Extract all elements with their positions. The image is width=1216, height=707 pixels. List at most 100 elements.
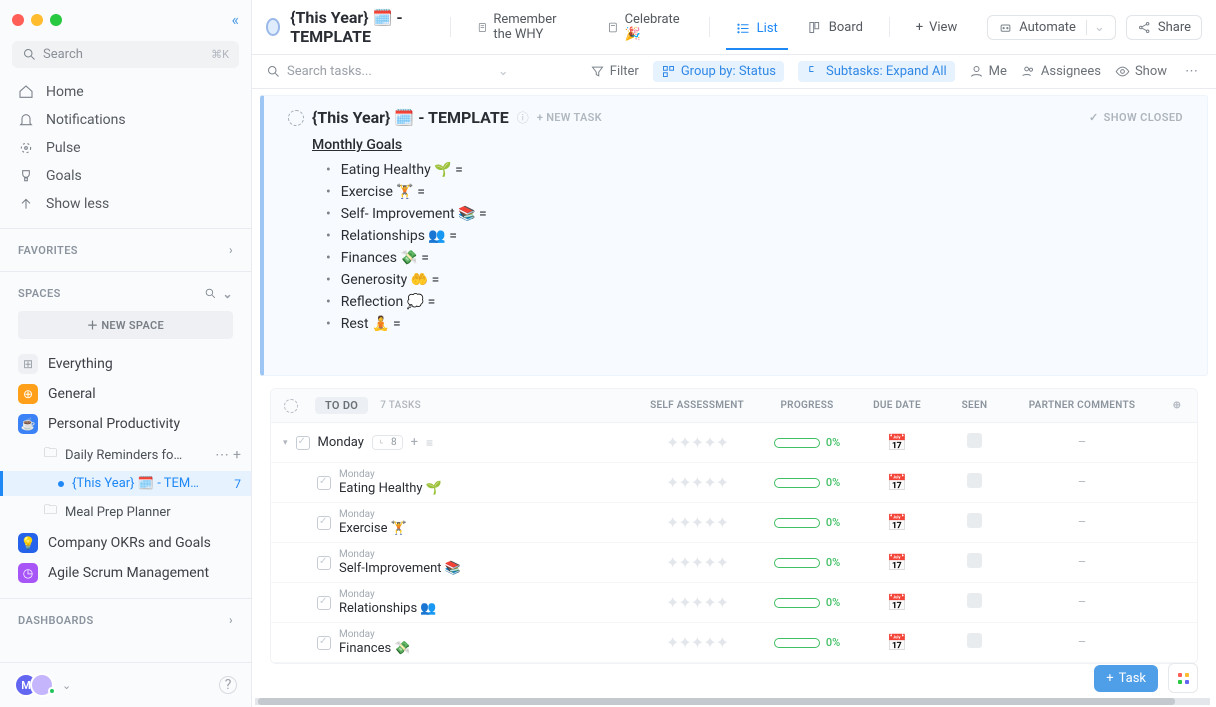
partner-cell[interactable]: – <box>1007 475 1157 490</box>
table-row[interactable]: MondayExercise 🏋️✦✦✦✦✦0%📅– <box>271 503 1197 543</box>
sidebar-search[interactable]: Search ⌘K <box>12 41 239 68</box>
user-avatars[interactable]: M <box>14 673 56 697</box>
doc-remember-why[interactable]: Remember the WHY <box>467 8 587 46</box>
show-button[interactable]: Show <box>1115 64 1167 79</box>
col-due[interactable]: DUE DATE <box>852 400 942 411</box>
filter-button[interactable]: Filter <box>590 64 639 79</box>
status-empty-icon[interactable] <box>288 110 304 126</box>
seen-checkbox[interactable] <box>967 513 982 528</box>
help-icon[interactable]: ? <box>219 676 237 694</box>
sidebar-general[interactable]: ⊕General <box>0 379 251 409</box>
info-icon[interactable]: ⓘ <box>517 109 529 126</box>
add-subtask-icon[interactable]: + <box>411 435 418 450</box>
nav-notifications[interactable]: Notifications <box>0 106 251 134</box>
col-progress[interactable]: PROGRESS <box>762 400 852 411</box>
nav-goals[interactable]: Goals <box>0 162 251 190</box>
checkbox-icon[interactable] <box>317 516 331 530</box>
search-small-icon[interactable] <box>204 286 217 301</box>
rating-stars[interactable]: ✦✦✦✦✦ <box>632 433 762 452</box>
calendar-icon[interactable]: 📅 <box>887 633 907 652</box>
chevron-down-icon[interactable]: ⌄ <box>62 679 71 692</box>
expand-icon[interactable]: ▾ <box>283 438 288 448</box>
partner-cell[interactable]: – <box>1007 555 1157 570</box>
table-row[interactable]: MondayFinances 💸✦✦✦✦✦0%📅– <box>271 623 1197 663</box>
spaces-header[interactable]: SPACES⌄ <box>0 282 251 305</box>
task-search[interactable]: Search tasks...⌄ <box>266 64 509 79</box>
table-row[interactable]: MondaySelf-Improvement 📚✦✦✦✦✦0%📅– <box>271 543 1197 583</box>
show-closed-button[interactable]: ✓SHOW CLOSED <box>1089 111 1183 124</box>
status-circle-icon[interactable] <box>266 18 280 36</box>
nav-pulse[interactable]: Pulse <box>0 134 251 162</box>
seen-checkbox[interactable] <box>967 553 982 568</box>
partner-cell[interactable]: – <box>1007 435 1157 450</box>
chevron-down-icon[interactable]: ⌄ <box>223 287 233 301</box>
col-seen[interactable]: SEEN <box>942 400 1007 411</box>
seen-checkbox[interactable] <box>967 633 982 648</box>
calendar-icon[interactable]: 📅 <box>887 433 907 452</box>
collapse-sidebar-icon[interactable]: « <box>231 10 239 29</box>
new-space-button[interactable]: ＋ NEW SPACE <box>18 311 233 339</box>
progress-cell[interactable]: 0% <box>762 596 852 609</box>
automate-button[interactable]: Automate⌄ <box>987 15 1116 40</box>
app-switcher[interactable] <box>1168 663 1198 693</box>
table-row[interactable]: MondayEating Healthy 🌱✦✦✦✦✦0%📅– <box>271 463 1197 503</box>
checkbox-icon[interactable] <box>317 636 331 650</box>
nav-home[interactable]: Home <box>0 78 251 106</box>
new-task-fab[interactable]: +Task <box>1094 665 1158 692</box>
sidebar-everything[interactable]: ⊞Everything <box>0 349 251 379</box>
checkbox-icon[interactable] <box>317 476 331 490</box>
seen-checkbox[interactable] <box>967 473 982 488</box>
progress-cell[interactable]: 0% <box>762 436 852 449</box>
horizontal-scrollbar[interactable] <box>255 698 1210 705</box>
status-group-icon[interactable] <box>284 399 298 413</box>
progress-cell[interactable]: 0% <box>762 636 852 649</box>
seen-checkbox[interactable] <box>967 433 982 448</box>
subtasks-button[interactable]: Subtasks: Expand All <box>798 61 955 82</box>
sidebar-okrs[interactable]: 💡Company OKRs and Goals <box>0 528 251 558</box>
progress-cell[interactable]: 0% <box>762 516 852 529</box>
share-button[interactable]: Share <box>1126 15 1202 40</box>
add-view[interactable]: +View <box>906 16 968 39</box>
progress-cell[interactable]: 0% <box>762 556 852 569</box>
rating-stars[interactable]: ✦✦✦✦✦ <box>632 553 762 572</box>
rating-stars[interactable]: ✦✦✦✦✦ <box>632 473 762 492</box>
minimize-window-icon[interactable] <box>31 14 43 26</box>
chevron-down-icon[interactable]: ⌄ <box>498 64 509 79</box>
favorites-header[interactable]: FAVORITES› <box>0 239 251 261</box>
dashboards-header[interactable]: DASHBOARDS› <box>0 609 251 631</box>
partner-cell[interactable]: – <box>1007 635 1157 650</box>
description-icon[interactable]: ≡ <box>426 436 433 450</box>
calendar-icon[interactable]: 📅 <box>887 513 907 532</box>
description-body[interactable]: Monthly Goals Eating Healthy 🌱 =Exercise… <box>312 137 1183 335</box>
checkbox-icon[interactable] <box>296 436 310 450</box>
more-options-icon[interactable]: ⋯ <box>1181 62 1202 81</box>
sidebar-this-year[interactable]: {This Year} 🗓️ - TEM…7 <box>0 471 251 496</box>
subtask-count[interactable]: 8 <box>372 435 403 450</box>
checkbox-icon[interactable] <box>317 556 331 570</box>
partner-cell[interactable]: – <box>1007 595 1157 610</box>
more-icon[interactable]: ⋯ <box>215 447 229 463</box>
table-row-parent[interactable]: ▾ Monday 8 + ≡ ✦✦✦✦✦ 0% 📅 – <box>271 423 1197 463</box>
col-self[interactable]: SELF ASSESSMENT <box>632 400 762 411</box>
partner-cell[interactable]: – <box>1007 515 1157 530</box>
calendar-icon[interactable]: 📅 <box>887 553 907 572</box>
new-task-button[interactable]: + NEW TASK <box>537 111 602 124</box>
calendar-icon[interactable]: 📅 <box>887 593 907 612</box>
assignees-button[interactable]: Assignees <box>1021 64 1101 79</box>
view-board[interactable]: Board <box>798 16 873 39</box>
group-by-button[interactable]: Group by: Status <box>653 61 784 82</box>
sidebar-personal-productivity[interactable]: ☕Personal Productivity <box>0 409 251 439</box>
me-button[interactable]: Me <box>969 64 1007 79</box>
calendar-icon[interactable]: 📅 <box>887 473 907 492</box>
view-list[interactable]: List <box>726 17 788 50</box>
chevron-down-icon[interactable]: ⌄ <box>1086 20 1105 35</box>
close-window-icon[interactable] <box>12 14 24 26</box>
maximize-window-icon[interactable] <box>50 14 62 26</box>
add-column-icon[interactable]: ⊕ <box>1157 400 1197 411</box>
rating-stars[interactable]: ✦✦✦✦✦ <box>632 513 762 532</box>
table-row[interactable]: MondayRelationships 👥✦✦✦✦✦0%📅– <box>271 583 1197 623</box>
nav-showless[interactable]: Show less <box>0 190 251 218</box>
status-label[interactable]: TO DO <box>315 397 368 414</box>
sidebar-meal-prep[interactable]: 🗀Meal Prep Planner <box>0 496 251 528</box>
doc-celebrate[interactable]: Celebrate 🎉 <box>597 8 693 46</box>
